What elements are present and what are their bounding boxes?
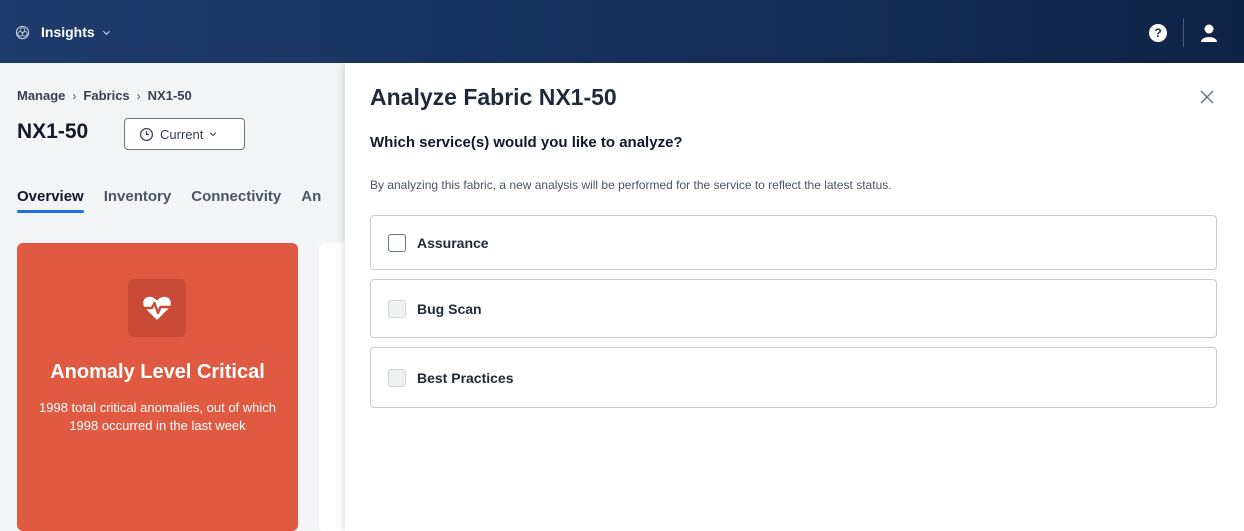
option-label: Bug Scan bbox=[417, 300, 482, 317]
tab-overview[interactable]: Overview bbox=[17, 188, 84, 213]
fabric-overview-page: Manage › Fabrics › NX1-50 NX1-50 Current… bbox=[0, 63, 345, 531]
chevron-right-icon: › bbox=[72, 88, 77, 103]
panel-info-text: By analyzing this fabric, a new analysis… bbox=[370, 178, 892, 192]
option-label: Assurance bbox=[417, 234, 489, 251]
anomaly-level-card[interactable]: Anomaly Level Critical 1998 total critic… bbox=[17, 243, 298, 531]
panel-question: Which service(s) would you like to analy… bbox=[370, 134, 683, 151]
option-assurance[interactable]: Assurance bbox=[370, 215, 1217, 270]
user-icon[interactable] bbox=[1199, 23, 1219, 43]
page-title: NX1-50 bbox=[17, 120, 89, 143]
time-selector-button[interactable]: Current bbox=[124, 118, 245, 150]
bug-scan-checkbox bbox=[388, 299, 406, 318]
help-icon[interactable]: ? bbox=[1149, 24, 1167, 42]
breadcrumb-manage[interactable]: Manage bbox=[17, 88, 65, 103]
topbar-divider bbox=[1183, 18, 1184, 47]
analyze-fabric-panel: Analyze Fabric NX1-50 Which service(s) w… bbox=[345, 63, 1244, 531]
option-best-practices: Best Practices bbox=[370, 347, 1217, 408]
breadcrumb-current: NX1-50 bbox=[147, 88, 192, 103]
app-switcher[interactable]: Insights bbox=[15, 24, 111, 40]
chevron-right-icon: › bbox=[136, 88, 141, 103]
breadcrumb: Manage › Fabrics › NX1-50 bbox=[17, 88, 192, 103]
option-label: Best Practices bbox=[417, 369, 514, 386]
anomaly-icon-box bbox=[128, 279, 186, 337]
tab-analysis[interactable]: An bbox=[301, 188, 321, 213]
assurance-checkbox[interactable] bbox=[388, 233, 406, 252]
heartbeat-icon bbox=[143, 296, 171, 320]
option-bug-scan: Bug Scan bbox=[370, 279, 1217, 338]
chevron-down-icon bbox=[210, 132, 217, 137]
top-navigation-bar: Insights ? bbox=[0, 0, 1244, 63]
tab-inventory[interactable]: Inventory bbox=[104, 188, 172, 213]
close-icon[interactable] bbox=[1199, 89, 1215, 105]
panel-title: Analyze Fabric NX1-50 bbox=[370, 84, 617, 110]
chevron-down-icon bbox=[102, 30, 110, 35]
insights-logo-icon bbox=[15, 25, 30, 39]
breadcrumb-fabrics[interactable]: Fabrics bbox=[83, 88, 129, 103]
tab-bar: Overview Inventory Connectivity An bbox=[17, 188, 341, 213]
best-practices-checkbox bbox=[388, 368, 406, 387]
time-selector-label: Current bbox=[160, 126, 204, 142]
anomaly-card-title: Anomaly Level Critical bbox=[50, 361, 265, 383]
clock-icon bbox=[139, 127, 154, 141]
anomaly-card-description: 1998 total critical anomalies, out of wh… bbox=[39, 400, 277, 433]
overview-card bbox=[319, 243, 345, 531]
tab-connectivity[interactable]: Connectivity bbox=[191, 188, 281, 213]
app-name: Insights bbox=[41, 24, 95, 40]
